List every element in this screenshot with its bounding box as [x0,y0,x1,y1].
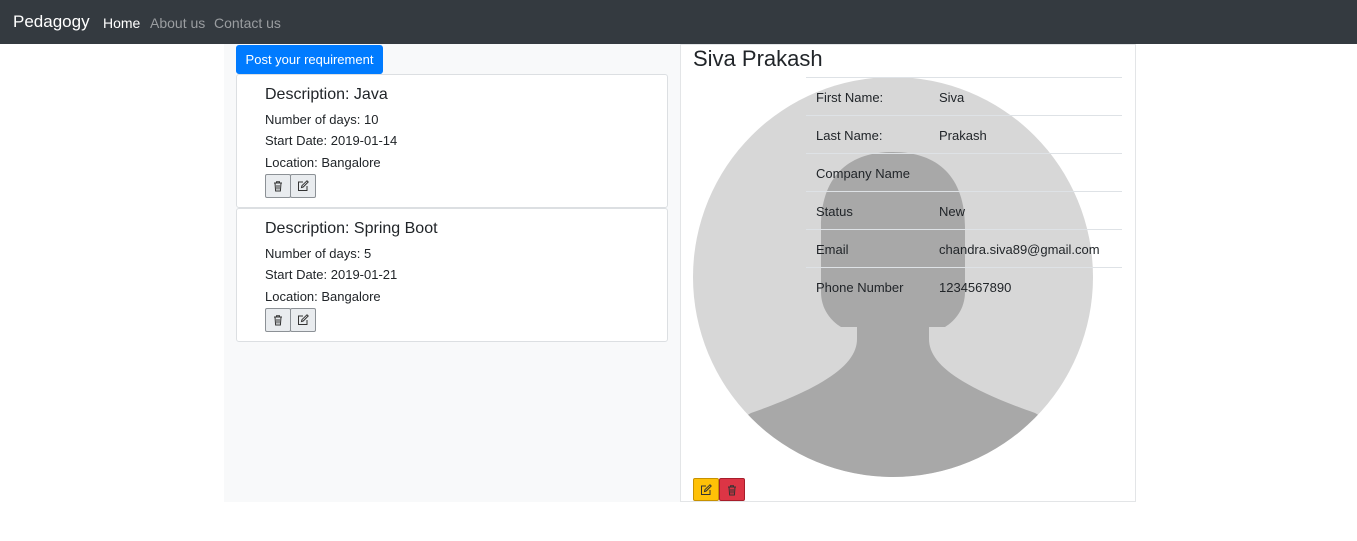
trash-icon [274,315,282,326]
post-requirement-button[interactable]: Post your requirement [236,45,383,74]
requirement-start-date: Start Date: 2019-01-14 [265,133,398,148]
delete-requirement-button[interactable] [265,308,291,332]
nav-contact-us[interactable]: Contact us [214,15,281,31]
requirement-description: Description: Spring Boot [265,220,438,237]
field-label: Phone Number [816,280,904,295]
edit-icon [298,180,309,191]
field-label: Company Name [816,166,910,181]
requirement-days: Number of days: 5 [265,246,372,261]
nav-about-us[interactable]: About us [150,15,205,31]
trash-icon [274,181,282,192]
trash-icon [728,484,736,495]
edit-icon [701,483,712,495]
top-navbar: Pedagogy Home About us Contact us [0,0,1357,44]
edit-requirement-button[interactable] [290,174,316,198]
profile-name: Siva Prakash [693,46,823,71]
table-row: First Name: Siva [806,77,1122,115]
requirement-card: Description: Java Number of days: 10 Sta… [236,74,668,208]
requirement-description: Description: Java [265,86,388,103]
profile-details-table: First Name: Siva Last Name: Prakash Comp… [806,77,1122,305]
field-value: 1234567890 [939,280,1012,295]
requirement-card: Description: Spring Boot Number of days:… [236,208,668,342]
table-row: Company Name [806,153,1122,191]
field-label: Email [816,242,849,257]
requirement-location: Location: Bangalore [265,155,381,170]
field-value: Prakash [939,128,987,143]
nav-home[interactable]: Home [103,15,140,31]
requirement-days: Number of days: 10 [265,112,379,127]
table-row: Phone Number 1234567890 [806,267,1122,305]
requirement-location: Location: Bangalore [265,289,381,304]
table-row: Status New [806,191,1122,229]
table-row: Email chandra.siva89@gmail.com [806,229,1122,267]
field-value: Siva [939,90,965,105]
table-row: Last Name: Prakash [806,115,1122,153]
brand-logo[interactable]: Pedagogy [13,12,90,32]
field-value: chandra.siva89@gmail.com [939,242,1100,257]
field-label: Last Name: [816,128,883,143]
field-label: Status [816,204,853,219]
edit-requirement-button[interactable] [290,308,316,332]
field-value: New [939,204,966,219]
delete-profile-button[interactable] [719,478,745,501]
delete-requirement-button[interactable] [265,174,291,198]
requirement-start-date: Start Date: 2019-01-21 [265,267,398,282]
field-label: First Name: [816,90,884,105]
edit-profile-button[interactable] [693,478,719,501]
edit-icon [298,314,309,325]
